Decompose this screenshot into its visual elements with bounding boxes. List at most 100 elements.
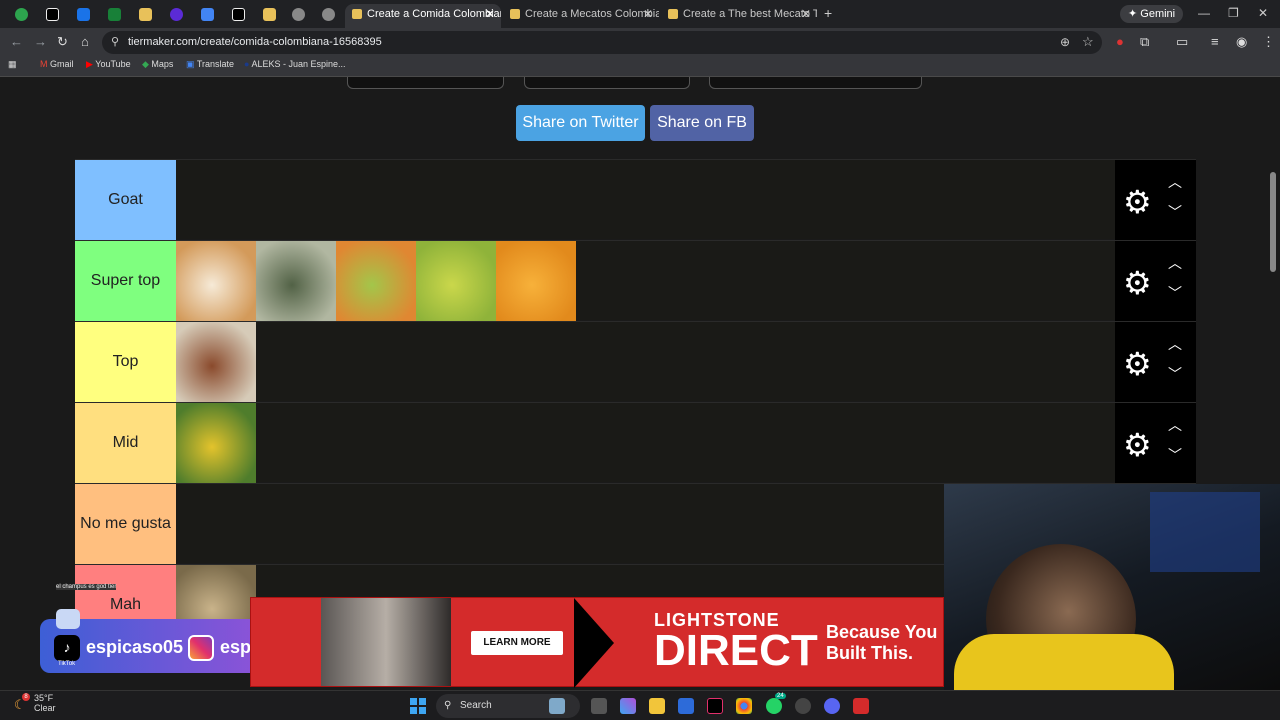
- pinned-tab-2[interactable]: [43, 5, 61, 23]
- apps-grid-icon[interactable]: ▦: [8, 59, 17, 70]
- close-icon[interactable]: ✕: [801, 4, 811, 24]
- search-label: Search: [460, 700, 492, 711]
- maximize-icon[interactable]: ❐: [1228, 6, 1239, 20]
- pinned-tab-8[interactable]: [229, 5, 247, 23]
- whatsapp-icon[interactable]: [766, 698, 782, 714]
- pinned-tab-10[interactable]: [289, 5, 307, 23]
- food-item-arroz-con-pollo[interactable]: [176, 403, 256, 483]
- chevron-up-icon[interactable]: ︿: [1165, 172, 1185, 192]
- bookmark-maps[interactable]: ◆ Maps: [142, 59, 173, 70]
- forward-icon[interactable]: →: [34, 34, 47, 49]
- file-explorer-icon[interactable]: [649, 698, 665, 714]
- game-app-icon[interactable]: [853, 698, 869, 714]
- tab-search-icon[interactable]: ≡: [1211, 34, 1219, 49]
- bookmark-translate[interactable]: ▣ Translate: [186, 59, 234, 70]
- windows-start-icon[interactable]: [410, 698, 426, 714]
- bookmark-gmail[interactable]: M Gmail: [40, 59, 74, 69]
- pinned-tab-7[interactable]: [198, 5, 216, 23]
- gear-icon[interactable]: ⚙: [1123, 184, 1159, 220]
- share-twitter-button[interactable]: Share on Twitter: [516, 105, 645, 141]
- task-view-icon[interactable]: [591, 698, 607, 714]
- bookmark-youtube[interactable]: ▶ YouTube: [86, 59, 131, 70]
- chevron-up-icon[interactable]: ︿: [1165, 415, 1185, 435]
- chevron-down-icon[interactable]: ﹀: [1165, 283, 1185, 303]
- food-item-arepas[interactable]: [176, 322, 256, 402]
- extension-icon[interactable]: ●: [1116, 34, 1124, 49]
- new-tab-icon[interactable]: +: [824, 5, 832, 21]
- home-icon[interactable]: ⌂: [81, 34, 89, 49]
- chevron-up-icon[interactable]: ︿: [1165, 334, 1185, 354]
- weather-widget[interactable]: 35°F Clear: [34, 693, 56, 713]
- back-icon[interactable]: ←: [10, 34, 23, 49]
- food-item-arroz-con-leche[interactable]: [176, 241, 256, 321]
- tab-title: Create a Mecatos Colombianos: [525, 8, 659, 20]
- advertisement-banner[interactable]: LEARN MORE LIGHTSTONE DIRECT Because You…: [250, 597, 944, 688]
- profile-avatar[interactable]: ◉: [1236, 34, 1247, 50]
- tier-controls: ⚙ ︿ ﹀: [1115, 160, 1196, 240]
- gear-icon[interactable]: ⚙: [1123, 427, 1159, 463]
- discord-icon[interactable]: [824, 698, 840, 714]
- extensions-puzzle-icon[interactable]: ⧉: [1140, 34, 1149, 50]
- header-box-3: [709, 77, 922, 89]
- tier-controls: ⚙ ︿ ﹀: [1115, 322, 1196, 402]
- ad-arrow-shape: [574, 598, 614, 688]
- gear-icon[interactable]: ⚙: [1123, 265, 1159, 301]
- ad-photo: [321, 598, 451, 686]
- chrome-icon[interactable]: [736, 698, 752, 714]
- sparkle-icon: ✦: [1128, 8, 1141, 20]
- pinned-tab-9[interactable]: [260, 5, 278, 23]
- copilot-icon[interactable]: [620, 698, 636, 714]
- bookmark-star-icon[interactable]: ☆: [1082, 34, 1094, 50]
- notification-badge: 24: [775, 693, 786, 699]
- bookmark-label: Translate: [196, 59, 235, 69]
- tab-best-mecato[interactable]: Create a The best Mecato Tier L✕: [661, 4, 817, 28]
- scrollbar[interactable]: [1270, 172, 1276, 272]
- share-fb-button[interactable]: Share on FB: [650, 105, 754, 141]
- pinned-tab-5[interactable]: [136, 5, 154, 23]
- ad-brand-line2: DIRECT: [654, 626, 818, 675]
- food-item-empanadas[interactable]: [496, 241, 576, 321]
- zoom-icon[interactable]: ⊕: [1060, 35, 1070, 49]
- tier-label[interactable]: Super top: [75, 241, 176, 321]
- food-item-sancocho[interactable]: [256, 241, 336, 321]
- chevron-down-icon[interactable]: ﹀: [1165, 445, 1185, 465]
- pinned-tab-1[interactable]: [12, 5, 30, 23]
- chevron-down-icon[interactable]: ﹀: [1165, 364, 1185, 384]
- bookmark-aleks[interactable]: ● ALEKS - Juan Espine...: [244, 59, 346, 69]
- food-item-ajiaco[interactable]: [416, 241, 496, 321]
- tiktok-app-icon[interactable]: [707, 698, 723, 714]
- pinned-tab-3[interactable]: [74, 5, 92, 23]
- youtube-icon: ▶: [86, 59, 96, 69]
- tier-label[interactable]: Goat: [75, 160, 176, 240]
- gear-icon[interactable]: ⚙: [1123, 346, 1159, 382]
- menu-kebab-icon[interactable]: ⋮: [1262, 34, 1275, 50]
- tier-label[interactable]: Mid: [75, 403, 176, 483]
- app-icon[interactable]: [795, 698, 811, 714]
- gemini-button[interactable]: ✦ Gemini: [1120, 5, 1184, 23]
- tiermaker-favicon-icon: [668, 9, 678, 19]
- url-text[interactable]: tiermaker.com/create/comida-colombiana-1…: [128, 36, 382, 48]
- pinned-tab-6[interactable]: [167, 5, 185, 23]
- food-item-limonada[interactable]: [336, 241, 416, 321]
- reload-icon[interactable]: ↻: [57, 34, 68, 50]
- chevron-down-icon[interactable]: ﹀: [1165, 202, 1185, 222]
- tab-comida-colombiana[interactable]: Create a Comida Colombiana Ti✕: [345, 4, 501, 28]
- gemini-label: Gemini: [1140, 8, 1176, 20]
- close-window-icon[interactable]: ✕: [1258, 6, 1268, 20]
- close-icon[interactable]: ✕: [643, 4, 653, 24]
- pinned-tab-4[interactable]: [105, 5, 123, 23]
- learn-more-button[interactable]: LEARN MORE: [471, 631, 563, 655]
- minimize-icon[interactable]: —: [1198, 6, 1210, 20]
- pinned-tab-11[interactable]: [319, 5, 337, 23]
- chevron-up-icon[interactable]: ︿: [1165, 253, 1185, 273]
- address-bar[interactable]: ⚲ tiermaker.com/create/comida-colombiana…: [102, 31, 1102, 54]
- store-icon[interactable]: [678, 698, 694, 714]
- tab-mecatos-colombianos[interactable]: Create a Mecatos Colombianos✕: [503, 4, 659, 28]
- site-info-icon[interactable]: ⚲: [111, 35, 119, 48]
- bookmark-label: Maps: [151, 59, 174, 69]
- tier-label[interactable]: Top: [75, 322, 176, 402]
- sidebar-icon[interactable]: ▭: [1176, 34, 1188, 50]
- tier-label[interactable]: No me gusta: [75, 484, 176, 564]
- close-icon[interactable]: ✕: [485, 4, 495, 24]
- header-box-1: [347, 77, 504, 89]
